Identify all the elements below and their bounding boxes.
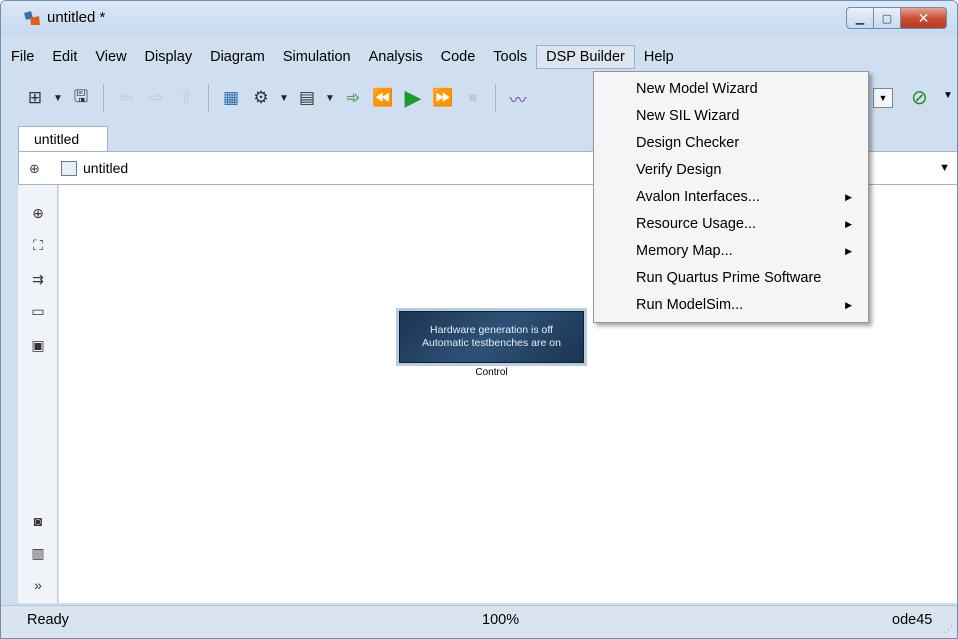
minimize-button[interactable]: ▁ bbox=[846, 7, 874, 29]
menu-view[interactable]: View bbox=[86, 45, 135, 69]
toolbar-separator bbox=[103, 84, 104, 112]
chevron-down-icon[interactable]: ▼ bbox=[323, 83, 337, 113]
forward-icon[interactable]: ⇨ bbox=[142, 83, 170, 113]
new-model-icon[interactable]: ⊞ bbox=[21, 83, 49, 113]
run-icon[interactable]: ▶ bbox=[399, 83, 427, 113]
menu-file[interactable]: File bbox=[1, 45, 43, 69]
chevron-down-icon[interactable]: ▼ bbox=[277, 83, 291, 113]
stop-icon[interactable]: ⏹ bbox=[459, 83, 487, 113]
close-icon: ✕ bbox=[917, 9, 930, 26]
arrow-route-icon[interactable]: ⇉ bbox=[27, 269, 49, 289]
step-forward-icon[interactable]: ⏩ bbox=[429, 83, 457, 113]
fit-view-icon[interactable]: ⛶ bbox=[27, 235, 49, 255]
simulink-window: untitled * ▁ ▢ ✕ File Edit View Display … bbox=[0, 0, 958, 639]
menu-code[interactable]: Code bbox=[432, 45, 485, 69]
menu-item-run-modelsim[interactable]: Run ModelSim... ▶ bbox=[594, 292, 868, 319]
model-advisor-icon[interactable]: ⊘ bbox=[911, 85, 928, 110]
camera-icon[interactable]: ◙ bbox=[27, 511, 49, 531]
settings-gear-icon[interactable]: ⚙ bbox=[247, 83, 275, 113]
maximize-button[interactable]: ▢ bbox=[874, 7, 901, 29]
control-block[interactable]: Hardware generation is off Automatic tes… bbox=[396, 308, 587, 366]
menu-item-verify-design[interactable]: Verify Design bbox=[594, 157, 868, 184]
sim-time-dropdown-button[interactable]: ▼ bbox=[873, 88, 893, 108]
menu-item-avalon-interfaces[interactable]: Avalon Interfaces... ▶ bbox=[594, 184, 868, 211]
tab-untitled[interactable]: untitled bbox=[18, 126, 108, 152]
menu-analysis[interactable]: Analysis bbox=[360, 45, 432, 69]
toolbar-separator bbox=[495, 84, 496, 112]
zoom-icon[interactable]: ⊕ bbox=[27, 203, 49, 223]
menu-diagram[interactable]: Diagram bbox=[201, 45, 274, 69]
close-button[interactable]: ✕ bbox=[901, 7, 947, 29]
zoom-level: 100% bbox=[482, 612, 520, 628]
library-browser-icon[interactable]: ▦ bbox=[217, 83, 245, 113]
submenu-arrow-icon: ▶ bbox=[845, 246, 852, 256]
step-back-icon[interactable]: ⏪ bbox=[369, 83, 397, 113]
block-label[interactable]: Control bbox=[396, 367, 587, 378]
signal-logging-icon[interactable]: ➾ bbox=[339, 83, 367, 113]
up-icon[interactable]: ⇧ bbox=[172, 83, 200, 113]
minimize-icon: ▁ bbox=[855, 12, 865, 25]
block-text-line2: Automatic testbenches are on bbox=[422, 337, 561, 349]
resize-grip-icon[interactable]: ⋰ bbox=[944, 624, 953, 635]
model-path[interactable]: untitled bbox=[83, 160, 128, 176]
scope-icon[interactable]: 〰 bbox=[504, 83, 532, 113]
chevron-down-icon[interactable]: ▼ bbox=[943, 90, 953, 101]
control-block-body: Hardware generation is off Automatic tes… bbox=[399, 311, 584, 363]
menu-item-resource-usage[interactable]: Resource Usage... ▶ bbox=[594, 211, 868, 238]
menu-item-new-sil-wizard[interactable]: New SIL Wizard bbox=[594, 103, 868, 130]
maximize-icon: ▢ bbox=[881, 12, 893, 25]
expand-icon[interactable]: » bbox=[27, 575, 49, 595]
status-bar: Ready 100% ode45 ⋰ bbox=[1, 605, 957, 638]
submenu-arrow-icon: ▶ bbox=[845, 300, 852, 310]
annotation-icon[interactable]: ▭ bbox=[27, 301, 49, 321]
model-browser-icon[interactable]: ▥ bbox=[27, 543, 49, 563]
expand-browser-icon[interactable]: ⊕ bbox=[29, 161, 40, 177]
menu-item-memory-map[interactable]: Memory Map... ▶ bbox=[594, 238, 868, 265]
chevron-down-icon[interactable]: ▼ bbox=[939, 162, 950, 174]
menu-simulation[interactable]: Simulation bbox=[274, 45, 360, 69]
window-controls: ▁ ▢ ✕ bbox=[846, 7, 947, 29]
menu-tools[interactable]: Tools bbox=[484, 45, 536, 69]
dsp-builder-menu: New Model Wizard New SIL Wizard Design C… bbox=[593, 71, 869, 323]
status-text: Ready bbox=[27, 612, 69, 628]
menu-bar: File Edit View Display Diagram Simulatio… bbox=[1, 45, 957, 69]
chevron-down-icon[interactable]: ▼ bbox=[51, 83, 65, 113]
submenu-arrow-icon: ▶ bbox=[845, 192, 852, 202]
model-icon bbox=[61, 161, 77, 176]
toolbar-separator bbox=[208, 84, 209, 112]
save-icon[interactable]: 🖫 bbox=[67, 83, 95, 113]
menu-edit[interactable]: Edit bbox=[43, 45, 86, 69]
image-icon[interactable]: ▣ bbox=[27, 335, 49, 355]
submenu-arrow-icon: ▶ bbox=[845, 219, 852, 229]
simulink-logo-icon bbox=[24, 11, 40, 25]
solver-name[interactable]: ode45 bbox=[892, 612, 932, 628]
title-bar[interactable]: untitled * ▁ ▢ ✕ bbox=[1, 1, 957, 35]
window-title: untitled * bbox=[47, 9, 106, 26]
menu-item-run-quartus[interactable]: Run Quartus Prime Software bbox=[594, 265, 868, 292]
left-palette: ⊕ ⛶ ⇉ ▭ ▣ ◙ ▥ » bbox=[18, 185, 58, 603]
menu-item-new-model-wizard[interactable]: New Model Wizard bbox=[594, 76, 868, 103]
menu-dsp-builder[interactable]: DSP Builder bbox=[536, 45, 635, 69]
menu-display[interactable]: Display bbox=[136, 45, 202, 69]
model-explorer-icon[interactable]: ▤ bbox=[293, 83, 321, 113]
block-text-line1: Hardware generation is off bbox=[430, 324, 553, 336]
back-icon[interactable]: ⇦ bbox=[112, 83, 140, 113]
menu-help[interactable]: Help bbox=[635, 45, 683, 69]
menu-item-design-checker[interactable]: Design Checker bbox=[594, 130, 868, 157]
